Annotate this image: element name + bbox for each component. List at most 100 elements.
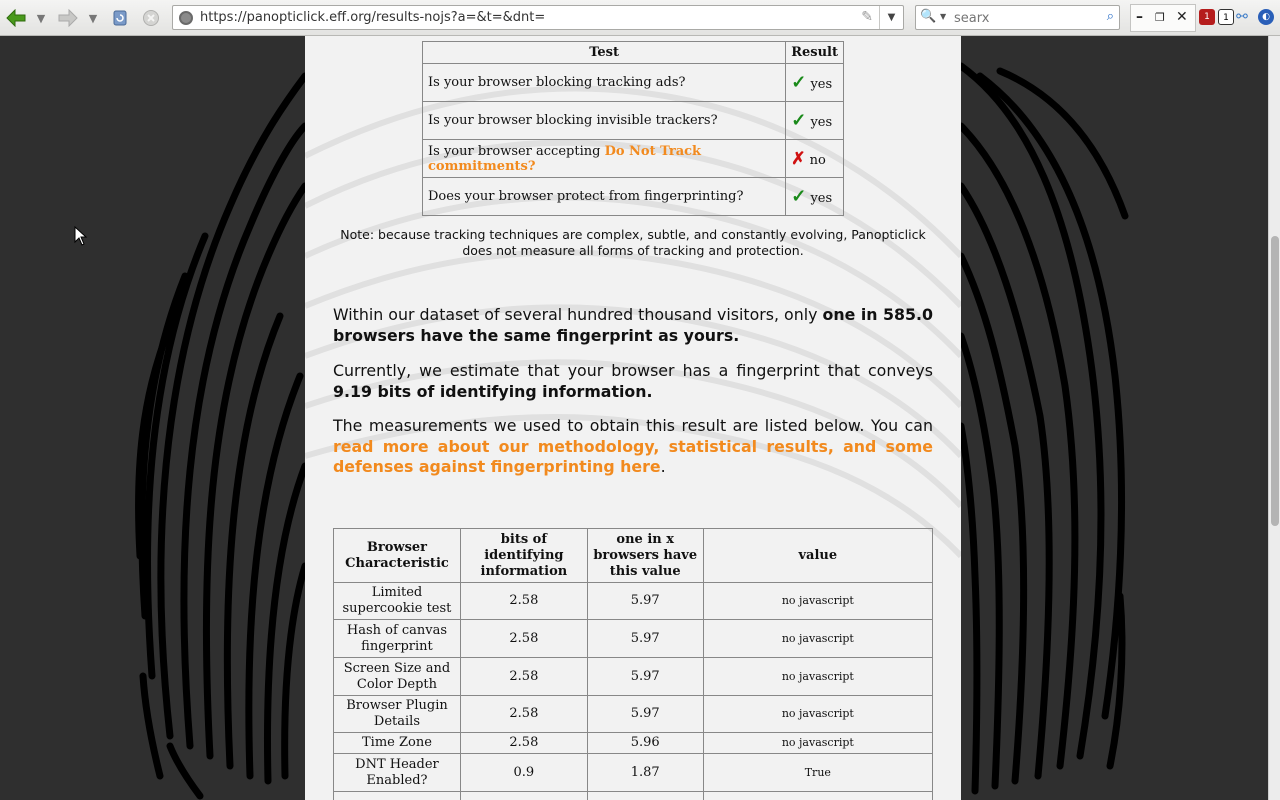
- test-result: ✓ yes: [785, 177, 844, 216]
- result-answer: yes: [810, 77, 833, 92]
- search-engine-icon[interactable]: 🔍: [920, 9, 936, 24]
- table-row: Time Zone 2.58 5.96 no javascript: [333, 732, 934, 754]
- column-header-value: value: [702, 528, 934, 583]
- search-input[interactable]: [954, 9, 1094, 27]
- methodology-link[interactable]: read more about our methodology, statist…: [333, 437, 933, 477]
- cross-icon: ✗: [791, 148, 806, 169]
- characteristic-value: no javascript: [702, 657, 934, 696]
- entropy-result: 9.19 bits of identifying information.: [333, 381, 653, 401]
- one-in-x-value: 5.97: [586, 582, 704, 620]
- characteristic-value: no javascript: [702, 695, 934, 733]
- url-dropdown-button[interactable]: ▼: [879, 6, 903, 29]
- result-answer: yes: [810, 191, 833, 206]
- characteristic-name: DNT Header Enabled?: [333, 753, 461, 792]
- addon-counter-icon[interactable]: 1: [1218, 9, 1234, 25]
- search-go-icon[interactable]: ⌕: [1107, 9, 1114, 24]
- bits-value: 2.58: [459, 657, 588, 696]
- fingerprint-table: Browser Characteristic bits of identifyi…: [333, 528, 934, 800]
- table-row: Does your browser protect from fingerpri…: [421, 177, 844, 216]
- test-question: Is your browser blocking tracking ads?: [421, 63, 787, 102]
- chevron-down-icon[interactable]: ▼: [940, 12, 946, 21]
- close-icon[interactable]: ✕: [1176, 9, 1188, 25]
- characteristic-name: Screen Size and Color Depth: [333, 657, 461, 696]
- restore-icon[interactable]: ❐: [1155, 11, 1165, 24]
- table-row: Hash of canvas fingerprint 2.58 5.97 no …: [333, 619, 934, 658]
- site-identity-icon[interactable]: [179, 11, 193, 25]
- characteristic-value: True: [702, 753, 934, 792]
- table-row: Is your browser accepting Do Not Track c…: [421, 139, 844, 178]
- characteristic-value: no javascript: [702, 732, 934, 754]
- ublock-icon[interactable]: 1: [1199, 9, 1215, 25]
- test-question: Is your browser blocking invisible track…: [421, 101, 787, 140]
- forward-history-dropdown[interactable]: ▼: [86, 6, 100, 30]
- browser-toolbar: ▼ ▼ https://panopticlick.eff.org/results…: [0, 0, 1280, 36]
- entropy-paragraph: Currently, we estimate that your browser…: [333, 361, 933, 402]
- characteristic-value: no javascript: [702, 619, 934, 658]
- addon-badge: 1: [1204, 12, 1210, 22]
- test-question: Does your browser protect from fingerpri…: [421, 177, 787, 216]
- one-in-x-value: 1.87: [586, 753, 704, 792]
- url-text[interactable]: https://panopticlick.eff.org/results-noj…: [200, 10, 545, 25]
- table-row: Is your browser blocking tracking ads? ✓…: [421, 63, 844, 102]
- back-history-dropdown[interactable]: ▼: [34, 6, 48, 30]
- test-result: ✓ yes: [785, 101, 844, 140]
- table-row: Limited supercookie test 2.58 5.97 no ja…: [333, 582, 934, 620]
- globe-addon-icon[interactable]: ◐: [1258, 9, 1274, 25]
- vertical-scrollbar[interactable]: [1268, 36, 1280, 800]
- one-in-x-value: 5.96: [586, 732, 704, 754]
- forward-arrow-icon: [58, 9, 78, 27]
- characteristic-name: Browser Plugin Details: [333, 695, 461, 733]
- column-header-test: Test: [421, 41, 787, 64]
- column-header-one-in-x: one in x browsers have this value: [586, 528, 704, 583]
- characteristic-name: Time Zone: [333, 732, 461, 754]
- table-row: Screen Size and Color Depth 2.58 5.97 no…: [333, 657, 934, 696]
- table-row: Is your browser blocking invisible track…: [421, 101, 844, 140]
- methodology-text: The measurements we used to obtain this …: [333, 416, 933, 435]
- characteristic-value: no javascript: [702, 582, 934, 620]
- characteristic-value: [702, 791, 934, 800]
- column-header-result: Result: [785, 41, 844, 64]
- test-result: ✓ yes: [785, 63, 844, 102]
- uniqueness-paragraph: Within our dataset of several hundred th…: [333, 305, 933, 346]
- bits-value: 2.58: [459, 619, 588, 658]
- mouse-pointer-icon: [74, 226, 88, 246]
- measurement-note: Note: because tracking techniques are co…: [340, 227, 926, 258]
- one-in-x-value: 5.97: [586, 695, 704, 733]
- stop-button[interactable]: [140, 6, 162, 30]
- bits-value: 0.9: [459, 753, 588, 792]
- table-row: Browser Plugin Details 2.58 5.97 no java…: [333, 695, 934, 733]
- result-answer: no: [809, 152, 826, 168]
- question-text: Is your browser accepting: [428, 143, 605, 159]
- search-bar[interactable]: 🔍 ▼ ⌕: [915, 5, 1120, 30]
- methodology-paragraph: The measurements we used to obtain this …: [333, 416, 933, 478]
- stop-icon: [143, 10, 159, 26]
- url-bar[interactable]: https://panopticlick.eff.org/results-noj…: [172, 5, 904, 30]
- scrollbar-thumb[interactable]: [1271, 236, 1279, 526]
- forward-button[interactable]: [56, 6, 80, 30]
- reload-button[interactable]: [108, 6, 132, 30]
- column-header-bits: bits of identifying information: [459, 528, 588, 583]
- characteristic-name: Limited supercookie test: [333, 582, 461, 620]
- checkmark-icon: ✓: [791, 72, 807, 93]
- chevron-down-icon: ▼: [88, 11, 98, 25]
- uniqueness-text: Within our dataset of several hundred th…: [333, 305, 823, 324]
- entropy-text: Currently, we estimate that your browser…: [333, 361, 933, 380]
- table-row: [333, 791, 934, 800]
- addon-badge-2: 1: [1223, 13, 1229, 23]
- content-panel: Test Result Is your browser blocking tra…: [305, 36, 961, 800]
- table-row: DNT Header Enabled? 0.9 1.87 True: [333, 753, 934, 792]
- reload-icon: [113, 10, 127, 26]
- network-addon-icon[interactable]: ⚯: [1234, 9, 1250, 25]
- bits-value: 2.58: [459, 695, 588, 733]
- chevron-down-icon: ▼: [36, 11, 46, 25]
- back-button[interactable]: [4, 6, 28, 30]
- bits-value: [459, 791, 588, 800]
- minimize-icon[interactable]: –: [1136, 9, 1143, 25]
- one-in-x-value: 5.97: [586, 619, 704, 658]
- test-result: ✗ no: [785, 139, 844, 178]
- tracking-results-table: Test Result Is your browser blocking tra…: [421, 41, 844, 216]
- bookmark-icon[interactable]: ✎: [861, 9, 873, 25]
- characteristic-name: [333, 791, 461, 800]
- bits-value: 2.58: [459, 582, 588, 620]
- one-in-x-value: [586, 791, 704, 800]
